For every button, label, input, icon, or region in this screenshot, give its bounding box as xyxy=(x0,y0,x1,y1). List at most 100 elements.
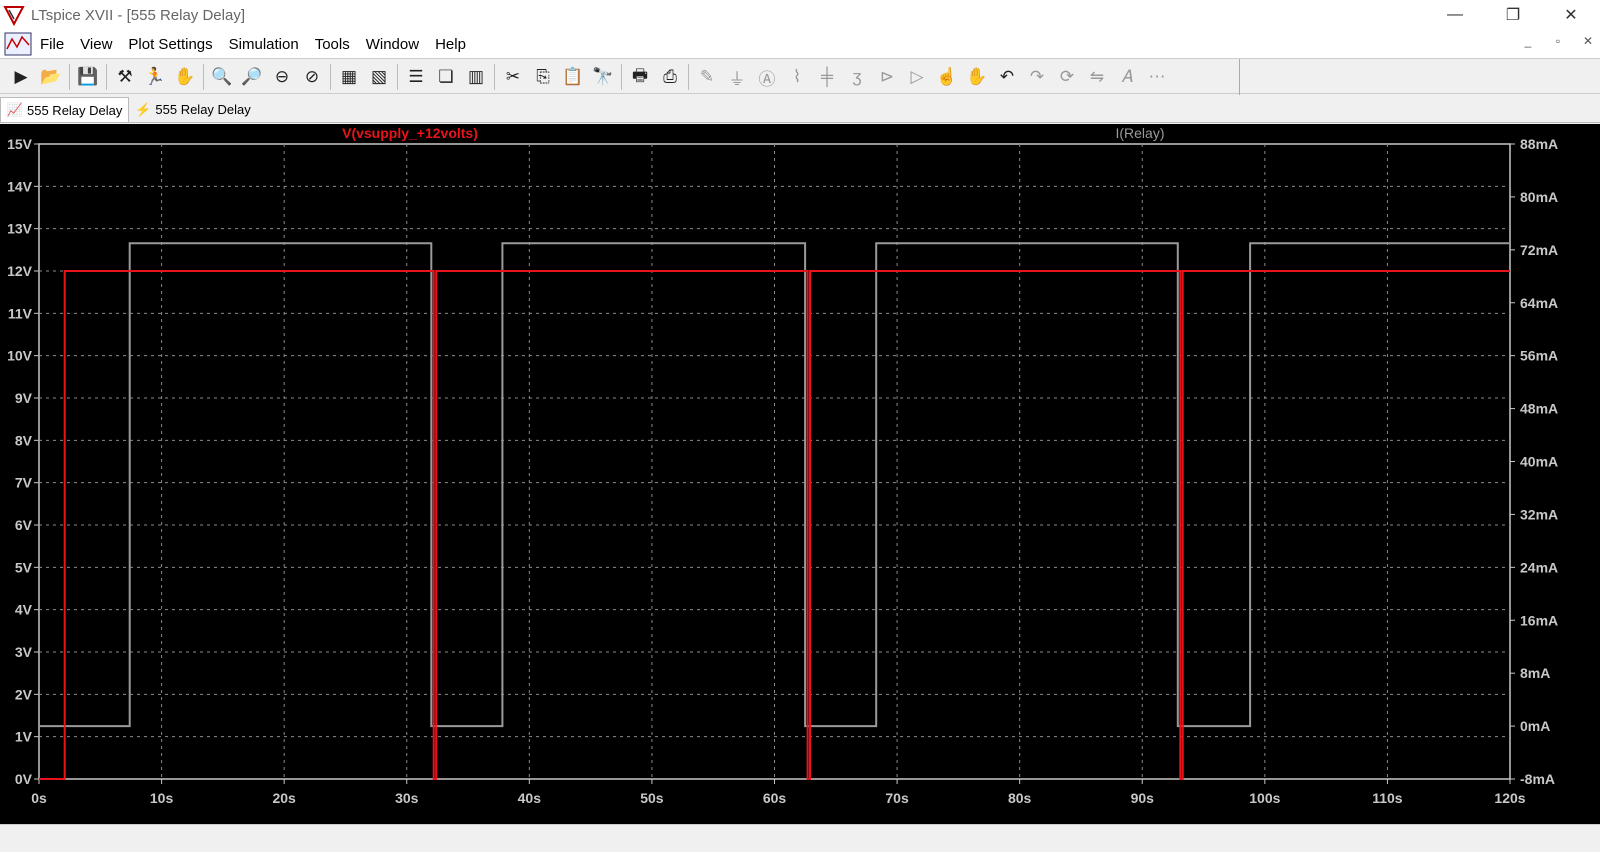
menu-view[interactable]: View xyxy=(72,36,120,53)
pan-icon[interactable]: ✋ xyxy=(170,62,200,92)
zoom-full-icon[interactable]: 🔎 xyxy=(237,62,267,92)
capacitor-icon[interactable]: ╪ xyxy=(812,62,842,92)
rotate-icon[interactable]: ⟳ xyxy=(1052,62,1082,92)
menu-simulation[interactable]: Simulation xyxy=(221,36,307,53)
minimize-button[interactable]: — xyxy=(1426,0,1484,30)
menu-bar: File View Plot Settings Simulation Tools… xyxy=(0,30,1600,58)
menu-plot-settings[interactable]: Plot Settings xyxy=(120,36,220,53)
restore-button[interactable]: ❐ xyxy=(1484,0,1542,30)
y-left-tick-label: 9V xyxy=(15,390,33,406)
status-bar xyxy=(0,824,1600,852)
x-tick-label: 70s xyxy=(885,790,909,806)
print-icon[interactable]: 🖶 xyxy=(625,62,655,92)
y-left-tick-label: 15V xyxy=(7,136,33,152)
trace-label-current[interactable]: I(Relay) xyxy=(1115,125,1164,141)
y-right-tick-label: 64mA xyxy=(1520,295,1558,311)
x-tick-label: 90s xyxy=(1131,790,1155,806)
mirror-icon[interactable]: ⇋ xyxy=(1082,62,1112,92)
cascade-icon[interactable]: ❏ xyxy=(431,62,461,92)
menu-file[interactable]: File xyxy=(32,36,72,53)
y-right-tick-label: 16mA xyxy=(1520,612,1558,628)
tile-vertical-icon[interactable]: ▥ xyxy=(461,62,491,92)
y-left-tick-label: 3V xyxy=(15,644,33,660)
x-tick-label: 30s xyxy=(395,790,419,806)
copy-icon[interactable]: ⎘ xyxy=(528,62,558,92)
waveform-viewer[interactable]: 0s 10s 20s 30s 40s 50s 60s 70s 80s 90s 100s 110s 120… xyxy=(0,124,1600,824)
y-left-tick-label: 5V xyxy=(15,559,33,575)
control-panel-icon[interactable]: ⚒ xyxy=(110,62,140,92)
y-left-tick-label: 13V xyxy=(7,221,33,237)
y-left-tick-label: 1V xyxy=(15,729,33,745)
y-left-tick-label: 11V xyxy=(8,305,33,321)
print-setup-icon[interactable]: ⎙ xyxy=(655,62,685,92)
waveform-window-icon[interactable] xyxy=(4,31,32,57)
add-trace-icon[interactable]: ▦ xyxy=(334,62,364,92)
x-tick-label: 10s xyxy=(150,790,174,806)
x-tick-label: 100s xyxy=(1249,790,1280,806)
wire-icon[interactable]: ✎ xyxy=(692,62,722,92)
current-trace xyxy=(39,242,1510,728)
zoom-in-icon[interactable]: 🔍 xyxy=(207,62,237,92)
find-icon[interactable]: 🔭 xyxy=(588,62,618,92)
open-icon[interactable]: 📂 xyxy=(36,62,66,92)
text-icon[interactable]: 𝐴 xyxy=(1112,62,1142,92)
tab-label: 555 Relay Delay xyxy=(155,102,251,117)
cut-icon[interactable]: ✂ xyxy=(498,62,528,92)
x-tick-label: 20s xyxy=(272,790,296,806)
tab-label: 555 Relay Delay xyxy=(27,102,123,118)
diode-icon[interactable]: ⊳ xyxy=(872,62,902,92)
mdi-minimize-button[interactable]: _ xyxy=(1520,34,1536,48)
zoom-out-icon[interactable]: ⊖ xyxy=(267,62,297,92)
x-tick-label: 60s xyxy=(763,790,787,806)
y-left-tick-label: 8V xyxy=(15,432,33,448)
spice-directive-icon[interactable]: ⋯ xyxy=(1142,62,1172,92)
y-left-tick-label: 2V xyxy=(15,686,33,702)
paste-icon[interactable]: 📋 xyxy=(558,62,588,92)
resistor-icon[interactable]: ⌇ xyxy=(782,62,812,92)
waveform-plot[interactable]: 0s 10s 20s 30s 40s 50s 60s 70s 80s 90s 100s 110s 120… xyxy=(0,124,1600,824)
toolbar-separator xyxy=(688,64,689,90)
x-tick-label: 0s xyxy=(31,790,47,806)
run-icon[interactable]: ▶ xyxy=(6,62,36,92)
ground-icon[interactable]: ⏚ xyxy=(722,62,752,92)
y-right-tick-label: 56mA xyxy=(1520,348,1558,364)
menu-tools[interactable]: Tools xyxy=(307,36,358,53)
y-right-tick-label: 40mA xyxy=(1520,454,1558,470)
mdi-restore-button[interactable]: ▫ xyxy=(1550,34,1566,48)
close-button[interactable]: ✕ xyxy=(1542,0,1600,30)
toolbar-separator xyxy=(330,64,331,90)
menu-help[interactable]: Help xyxy=(427,36,474,53)
autoroute-icon[interactable]: 🏃 xyxy=(140,62,170,92)
y-right-tick-label: 72mA xyxy=(1520,242,1558,258)
undo-icon[interactable]: ↶ xyxy=(992,62,1022,92)
x-tick-label: 80s xyxy=(1008,790,1032,806)
mdi-close-button[interactable]: ✕ xyxy=(1580,34,1596,48)
trace-label-voltage[interactable]: V(vsupply_+12volts) xyxy=(342,125,478,141)
drag-icon[interactable]: ✋ xyxy=(962,62,992,92)
zoom-cancel-icon[interactable]: ⊘ xyxy=(297,62,327,92)
y-right-tick-label: 0mA xyxy=(1520,718,1550,734)
toolbar: ▶ 📂 💾 ⚒ 🏃 ✋ 🔍 🔎 ⊖ ⊘ ▦ ▧ ☰ ❏ ▥ ✂ ⎘ 📋 🔭 🖶 … xyxy=(0,58,1600,95)
y-right-tick-label: -8mA xyxy=(1520,771,1555,787)
y-left-tick-label: 4V xyxy=(15,602,33,618)
toolbar-separator xyxy=(494,64,495,90)
redo-icon[interactable]: ↷ xyxy=(1022,62,1052,92)
y-right-tick-label: 8mA xyxy=(1520,665,1550,681)
y-left-tick-label: 7V xyxy=(15,475,33,491)
tab-schematic[interactable]: ⚡ 555 Relay Delay xyxy=(129,97,256,122)
tile-horizontal-icon[interactable]: ☰ xyxy=(401,62,431,92)
toolbar-separator xyxy=(203,64,204,90)
y-left-tick-label: 6V xyxy=(15,517,33,533)
y-left-tick-label: 10V xyxy=(7,348,33,364)
menu-window[interactable]: Window xyxy=(358,36,427,53)
auto-range-icon[interactable]: ▧ xyxy=(364,62,394,92)
tab-waveform[interactable]: 📈 555 Relay Delay xyxy=(0,97,130,122)
component-icon[interactable]: ▷ xyxy=(902,62,932,92)
schematic-icon: ⚡ xyxy=(135,101,152,117)
inductor-icon[interactable]: ʒ xyxy=(842,62,872,92)
label-icon[interactable]: Ⓐ xyxy=(752,62,782,92)
y-left-tick-label: 14V xyxy=(7,178,33,194)
toolbar-separator xyxy=(397,64,398,90)
move-icon[interactable]: ☝ xyxy=(932,62,962,92)
save-icon[interactable]: 💾 xyxy=(73,62,103,92)
